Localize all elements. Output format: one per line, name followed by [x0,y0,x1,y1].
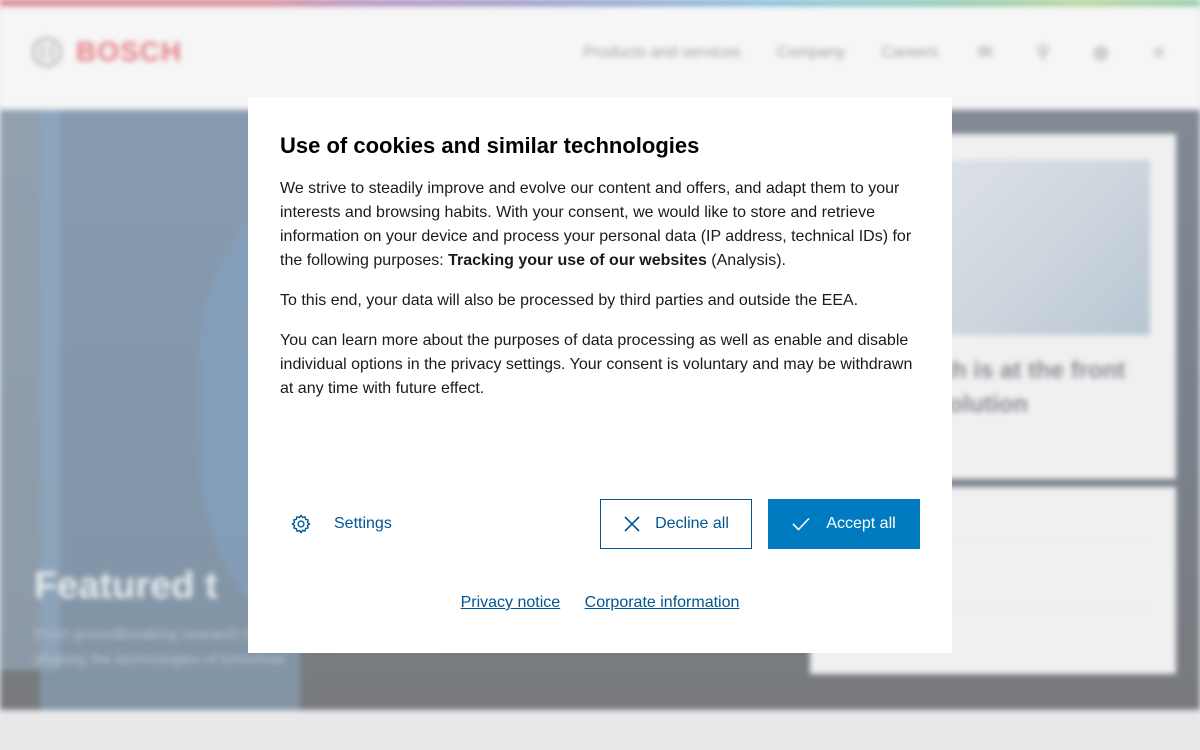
gear-icon [291,514,311,534]
accept-all-button[interactable]: Accept all [768,499,920,549]
checkmark-icon [792,517,810,531]
corporate-information-link[interactable]: Corporate information [585,594,740,611]
dialog-footer-links: Privacy notice Corporate information [248,594,952,612]
accept-label: Accept all [826,515,896,532]
decline-label: Decline all [655,515,729,532]
close-icon [624,516,640,532]
dialog-paragraph-settings-info: You can learn more about the purposes of… [280,332,913,397]
decline-all-button[interactable]: Decline all [600,499,752,549]
settings-button[interactable]: Settings [290,499,392,549]
paragraph-text: (Analysis). [706,252,786,269]
dialog-title: Use of cookies and similar technologies [280,133,700,158]
dialog-paragraph-third-parties: To this end, your data will also be proc… [280,292,859,309]
settings-label: Settings [334,515,392,532]
privacy-notice-link[interactable]: Privacy notice [461,594,561,611]
dialog-actions: Settings Decline all Accept all [280,499,920,549]
paragraph-bold-purpose: Tracking your use of our websites [448,252,707,269]
dialog-paragraph-purposes: We strive to steadily improve and evolve… [280,177,920,273]
cookie-consent-dialog: Use of cookies and similar technologies … [248,97,952,653]
